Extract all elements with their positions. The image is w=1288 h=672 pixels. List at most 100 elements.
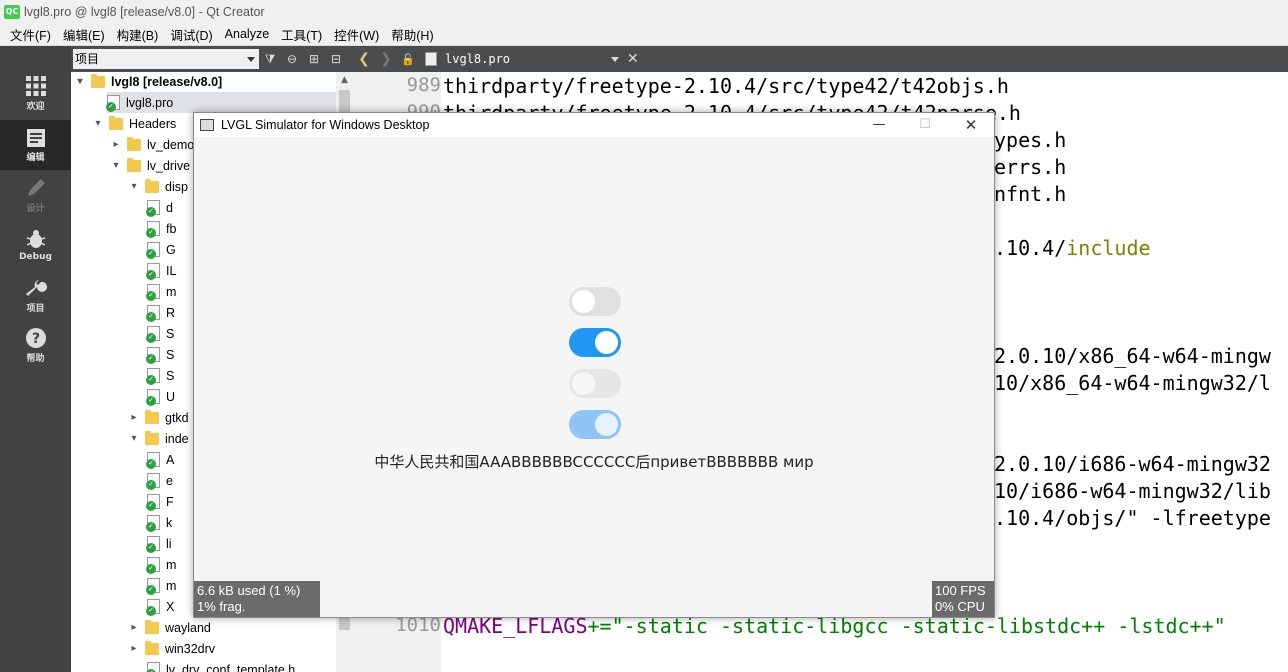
chevron-right-icon[interactable]: ▸ <box>129 643 139 654</box>
menu-analyze[interactable]: Analyze <box>219 27 275 41</box>
tree-item[interactable]: ▸ wayland <box>129 617 211 638</box>
tree-item[interactable]: ✓ e <box>146 470 173 491</box>
project-toolbar: 项目 ⧩ ⊖ ⊞ ⊟ <box>71 46 353 72</box>
tree-item-label: lv_drv_conf_template.h <box>166 662 296 672</box>
split-icon[interactable]: ⊞ <box>303 48 325 70</box>
tree-item[interactable]: ✓ S <box>146 323 174 344</box>
svg-text:?: ? <box>31 331 39 347</box>
tree-item-label: lv_demo <box>147 137 195 152</box>
tree-item[interactable]: ✓ U <box>146 386 176 407</box>
forward-icon[interactable]: ❯ <box>375 51 397 67</box>
check-icon: ✓ <box>146 501 156 511</box>
line-number: 989 <box>406 74 441 96</box>
tree-item-label: k <box>166 515 173 530</box>
code-token: include <box>1066 236 1151 260</box>
back-icon[interactable]: ❮ <box>353 51 375 67</box>
tree-item[interactable]: ✓ li <box>146 533 172 554</box>
menu-tools[interactable]: 工具(T) <box>275 25 328 44</box>
check-icon: ✓ <box>146 270 156 280</box>
mode-debug[interactable]: Debug <box>0 220 71 270</box>
tree-item[interactable]: ▾ Headers <box>93 113 176 134</box>
tree-item[interactable]: ✓ fb <box>146 218 176 239</box>
mode-welcome[interactable]: 欢迎 <box>0 68 71 118</box>
maximize-icon[interactable]: ☐ <box>902 113 948 137</box>
tree-item[interactable]: ✓ S <box>146 365 175 386</box>
tree-item-label: win32drv <box>165 641 216 656</box>
tree-item[interactable]: ▾ inde <box>129 428 189 449</box>
menu-edit[interactable]: 编辑(E) <box>57 25 111 44</box>
check-icon: ✓ <box>146 522 156 532</box>
tree-item[interactable]: ▾ lvgl8 [release/v8.0] <box>75 72 222 92</box>
tree-item[interactable]: ✓ m <box>146 575 176 596</box>
close-icon[interactable]: ✕ <box>627 51 639 67</box>
menu-build[interactable]: 构建(B) <box>111 25 165 44</box>
link-icon[interactable]: ⊖ <box>281 48 303 70</box>
filter-icon[interactable]: ⧩ <box>259 48 281 70</box>
close-pane-icon[interactable]: ⊟ <box>325 48 347 70</box>
file-icon: ✓ <box>146 494 160 511</box>
tree-item[interactable]: ✓ IL <box>146 260 176 281</box>
tree-item[interactable]: ▸ lv_demo <box>111 134 194 155</box>
chevron-right-icon[interactable]: ▸ <box>129 622 139 633</box>
tree-item[interactable]: ✓ S <box>146 344 174 365</box>
tree-item[interactable]: ✓ F <box>146 491 174 512</box>
edit-icon <box>26 128 45 147</box>
tree-item[interactable]: ✓ k <box>146 512 173 533</box>
menu-help[interactable]: 帮助(H) <box>385 25 439 44</box>
check-icon: ✓ <box>146 585 156 595</box>
tree-item[interactable]: ✓ R <box>146 302 176 323</box>
check-icon: ✓ <box>146 375 156 385</box>
chevron-right-icon[interactable]: ▸ <box>111 139 121 150</box>
switch-off[interactable] <box>569 287 621 316</box>
simulator-window: LVGL Simulator for Windows Desktop — ☐ ✕… <box>193 112 995 618</box>
menu-file[interactable]: 文件(F) <box>4 25 57 44</box>
tree-item-label: m <box>166 284 177 299</box>
tree-item[interactable]: ▾ lv_drive <box>111 155 190 176</box>
tree-item[interactable]: ✓ X <box>146 596 174 617</box>
tree-item[interactable]: ✓ lv_drv_conf_template.h <box>146 659 296 672</box>
tree-item-label: R <box>166 305 176 320</box>
menu-widgets[interactable]: 控件(W) <box>328 25 385 44</box>
tree-item[interactable]: ✓ m <box>146 281 177 302</box>
switch-on[interactable] <box>569 328 621 357</box>
tree-item-label: U <box>166 389 176 404</box>
file-icon: ✓ <box>146 326 160 343</box>
tree-item[interactable]: ✓ A <box>146 449 174 470</box>
chevron-down-icon[interactable]: ▾ <box>129 433 139 444</box>
tree-item[interactable]: ✓ G <box>146 239 176 260</box>
code-line: 2.0.10/i686-w64-mingw32 <box>994 452 1271 476</box>
check-icon: ✓ <box>106 102 116 112</box>
mode-edit[interactable]: 编辑 <box>0 120 71 170</box>
tree-item[interactable]: ▸ gtkd <box>129 407 189 428</box>
tree-item-label: gtkd <box>165 410 189 425</box>
tree-item-label: S <box>166 368 175 383</box>
file-icon: ✓ <box>146 305 160 322</box>
minimize-icon[interactable]: — <box>856 113 902 137</box>
chevron-right-icon[interactable]: ▸ <box>129 412 139 423</box>
mode-help[interactable]: ? 帮助 <box>0 320 71 370</box>
mode-label: 欢迎 <box>26 101 45 112</box>
code-line: 10/x86_64-w64-mingw32/l <box>994 371 1271 395</box>
menu-debug[interactable]: 调试(D) <box>164 25 218 44</box>
open-file-combo[interactable]: lvgl8.pro <box>425 49 623 69</box>
chevron-down-icon[interactable]: ▾ <box>75 76 85 87</box>
mode-design[interactable]: 设计 <box>0 170 71 220</box>
mode-projects[interactable]: 项目 <box>0 270 71 320</box>
check-icon: ✓ <box>146 396 156 406</box>
tree-item-label: lvgl8 [release/v8.0] <box>111 74 223 89</box>
close-icon[interactable]: ✕ <box>948 113 994 137</box>
tree-item[interactable]: ▸ win32drv <box>129 638 215 659</box>
tree-item-label: m <box>166 557 177 572</box>
switch-knob <box>572 372 595 395</box>
chevron-down-icon[interactable]: ▾ <box>129 181 139 192</box>
folder-icon <box>127 136 141 151</box>
simulator-title: LVGL Simulator for Windows Desktop <box>221 118 430 132</box>
project-view-combo[interactable]: 项目 <box>73 49 259 69</box>
tree-item[interactable]: ✓ lvgl8.pro <box>106 92 337 113</box>
chevron-down-icon[interactable]: ▾ <box>93 118 103 129</box>
tree-item[interactable]: ✓ m <box>146 554 177 575</box>
tree-item[interactable]: ▾ disp <box>129 176 188 197</box>
chevron-down-icon[interactable]: ▾ <box>111 160 121 171</box>
tree-item[interactable]: ✓ d <box>146 197 173 218</box>
scroll-up-icon[interactable]: ▲ <box>336 72 353 89</box>
